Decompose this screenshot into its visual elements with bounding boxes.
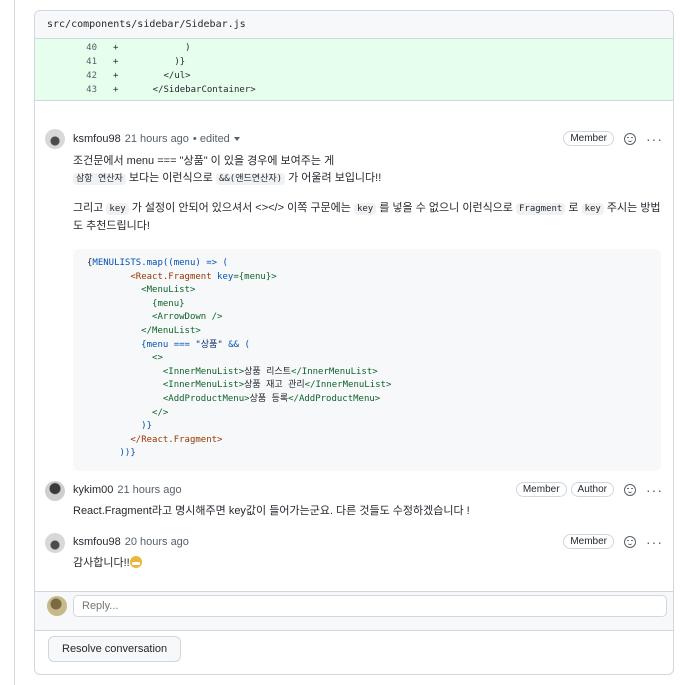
comment-kykim00: kykim00 21 hours ago Member Author ··· R… [35, 481, 673, 531]
line-number[interactable]: 43 [35, 85, 107, 95]
review-thread: src/components/sidebar/Sidebar.js 40 + ) 4… [34, 10, 674, 675]
added-sign: + [113, 71, 119, 81]
comment-header: ksmfou98 20 hours ago Member ··· [73, 534, 663, 549]
code-line: </SidebarContainer> [131, 85, 256, 95]
comment-paragraph: 조건문에서 menu === "상품" 이 있을 경우에 보여주는 게 삼항 연… [73, 155, 382, 185]
comment-paragraph: 그리고 key 가 설정이 안되어 있으셔서 <></> 이쪽 구문에는 key… [73, 202, 661, 232]
smiley-icon[interactable] [624, 132, 636, 145]
grinning-emoji-icon [129, 556, 142, 568]
diff-line: 40 + ) [35, 41, 673, 55]
comment-ksmfou98-2: ksmfou98 20 hours ago Member ··· 감사합니다!! [35, 533, 673, 583]
avatar[interactable] [45, 129, 65, 149]
smiley-icon[interactable] [624, 483, 636, 496]
code-line: )} [131, 57, 186, 67]
comment-ksmfou98-1: ksmfou98 21 hours ago • edited Member ··… [35, 121, 673, 481]
code-block: {MENULISTS.map((menu) => ( <React.Fragme… [73, 249, 661, 471]
added-sign: + [113, 57, 119, 67]
comment-header: ksmfou98 21 hours ago • edited Member ··… [73, 131, 663, 146]
diff-line: 42 + </ul> [35, 69, 673, 83]
added-sign: + [113, 85, 119, 95]
comment-body: React.Fragment라고 명시해주면 key값이 들어가는군요. 다른 … [73, 505, 470, 517]
author-link[interactable]: ksmfou98 [73, 536, 121, 548]
line-number[interactable]: 40 [35, 43, 107, 53]
member-badge: Member [563, 131, 614, 146]
edited-label[interactable]: • edited [193, 133, 230, 145]
line-number[interactable]: 42 [35, 71, 107, 81]
reply-input[interactable] [73, 595, 667, 617]
smiley-icon[interactable] [624, 535, 636, 548]
kebab-menu-icon[interactable]: ··· [646, 483, 663, 497]
line-number[interactable]: 41 [35, 57, 107, 67]
timestamp[interactable]: 21 hours ago [125, 133, 189, 145]
timestamp[interactable]: 20 hours ago [125, 536, 189, 548]
author-link[interactable]: kykim00 [73, 484, 113, 496]
code-line: </ul> [131, 71, 191, 81]
chevron-down-icon[interactable] [233, 136, 240, 141]
comment-header: kykim00 21 hours ago Member Author ··· [73, 482, 663, 497]
comment-body: 조건문에서 menu === "상품" 이 있을 경우에 보여주는 게 삼항 연… [73, 153, 661, 471]
diff-line: 43 + </SidebarContainer> [35, 83, 673, 97]
timestamp[interactable]: 21 hours ago [117, 484, 181, 496]
diff-line: 41 + )} [35, 55, 673, 69]
member-badge: Member [515, 482, 567, 497]
kebab-menu-icon[interactable]: ··· [646, 132, 663, 146]
kebab-menu-icon[interactable]: ··· [646, 535, 663, 549]
avatar[interactable] [45, 533, 65, 553]
comment-body: 감사합니다!! [73, 555, 661, 572]
author-link[interactable]: ksmfou98 [73, 133, 121, 145]
reply-area [35, 591, 673, 631]
avatar[interactable] [45, 481, 65, 501]
code-line: ) [131, 43, 191, 53]
timeline-rule [14, 0, 15, 685]
current-user-avatar [47, 596, 67, 616]
file-path[interactable]: src/components/sidebar/Sidebar.js [35, 11, 673, 39]
resolve-conversation-button[interactable]: Resolve conversation [48, 636, 182, 662]
added-sign: + [113, 43, 119, 53]
author-badge: Author [570, 482, 614, 497]
member-badge: Member [563, 534, 614, 549]
diff-hunk: 40 + ) 41 + )} 42 + </ul> 43 + </SidebarContain… [35, 39, 673, 101]
